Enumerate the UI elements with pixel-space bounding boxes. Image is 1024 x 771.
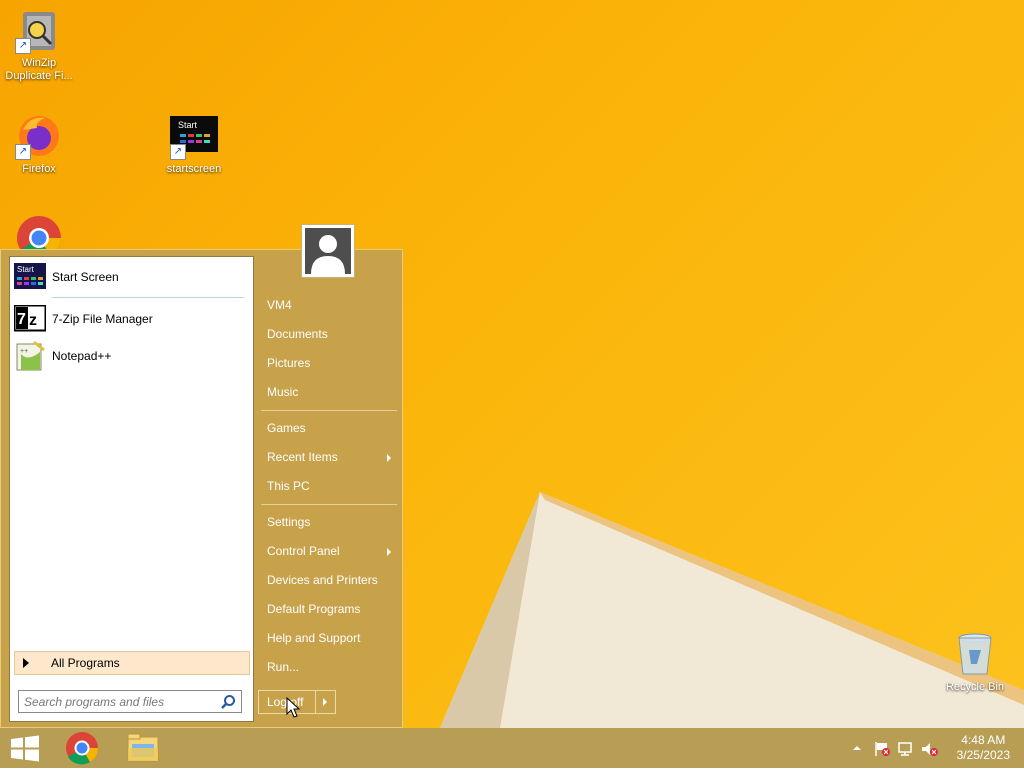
svg-text:7: 7 — [17, 311, 26, 328]
menu-item-documents[interactable]: Documents — [259, 321, 397, 348]
desktop-icon-winzip[interactable]: ↗ WinZip Duplicate Fi... — [1, 6, 77, 83]
pinned-separator — [52, 297, 244, 298]
shutdown-options-button[interactable] — [316, 691, 335, 713]
menu-item-label: Games — [267, 421, 306, 435]
all-programs-button[interactable]: All Programs — [14, 651, 250, 675]
menu-item-label: Music — [267, 385, 299, 399]
menu-item-label: Control Panel — [267, 544, 340, 558]
start-menu: Start Start Screen 7 z 7-Zip File Manage… — [0, 249, 403, 728]
desktop-icon-label: WinZip Duplicate Fi... — [5, 57, 73, 82]
taskbar: 4:48 AM 3/25/2023 — [0, 728, 1024, 768]
search-icon[interactable] — [220, 694, 236, 710]
file-explorer-icon — [127, 733, 159, 762]
menu-item-user[interactable]: VM4 — [259, 292, 397, 319]
menu-item-label: Run... — [267, 660, 300, 674]
system-clock[interactable]: 4:48 AM 3/25/2023 — [957, 733, 1010, 763]
menu-item-label: Documents — [267, 327, 328, 341]
expand-arrow-icon — [23, 658, 29, 668]
menu-item-settings[interactable]: Settings — [259, 509, 397, 536]
start-screen-icon: Start — [14, 261, 46, 293]
menu-item-this-pc[interactable]: This PC — [259, 473, 397, 500]
pinned-label: Start Screen — [52, 270, 119, 284]
show-hidden-icons-icon[interactable] — [851, 741, 863, 755]
pinned-label: 7-Zip File Manager — [52, 312, 153, 326]
7zip-icon: 7 z — [13, 303, 47, 335]
desktop-icon-recycle-bin[interactable]: Recycle Bin — [937, 630, 1013, 694]
menu-item-label: This PC — [267, 479, 310, 493]
action-center-flag-icon[interactable] — [873, 741, 891, 757]
user-avatar-icon — [305, 228, 351, 274]
svg-text:z: z — [29, 312, 37, 329]
network-icon[interactable] — [897, 741, 915, 757]
menu-separator — [261, 504, 397, 505]
clock-time: 4:48 AM — [961, 733, 1006, 747]
desktop-icon-firefox[interactable]: ↗ Firefox — [1, 112, 77, 176]
submenu-arrow-icon — [387, 454, 391, 462]
chevron-right-icon — [323, 698, 327, 706]
firefox-icon: ↗ — [15, 112, 63, 160]
start-button[interactable] — [0, 728, 52, 768]
desktop-icon-startscreen[interactable]: Start ↗ startscreen — [156, 112, 232, 176]
menu-item-label: Default Programs — [267, 602, 361, 616]
taskbar-file-explorer[interactable] — [117, 728, 169, 768]
svg-text:Start: Start — [17, 265, 35, 274]
user-avatar[interactable] — [301, 224, 355, 278]
menu-item-label: VM4 — [267, 298, 292, 312]
pinned-start-screen[interactable]: Start Start Screen — [14, 259, 250, 295]
mouse-cursor-icon — [286, 697, 300, 718]
desktop-icon-label: startscreen — [166, 163, 222, 175]
recycle-bin-icon — [951, 630, 999, 678]
start-menu-programs-pane: Start Start Screen 7 z 7-Zip File Manage… — [9, 256, 254, 722]
pinned-notepad-plus-plus[interactable]: ++ Notepad++ — [14, 338, 250, 374]
desktop-icon-label: Recycle Bin — [945, 681, 1005, 693]
taskbar-chrome[interactable] — [56, 728, 108, 768]
menu-item-default-programs[interactable]: Default Programs — [259, 596, 397, 623]
menu-item-control-panel[interactable]: Control Panel — [259, 538, 397, 565]
menu-item-recent-items[interactable]: Recent Items — [259, 444, 397, 471]
menu-item-label: Recent Items — [267, 450, 338, 464]
startscreen-icon: Start ↗ — [170, 112, 218, 160]
search-input[interactable] — [22, 693, 218, 710]
menu-item-help-support[interactable]: Help and Support — [259, 625, 397, 652]
menu-separator — [261, 410, 397, 411]
menu-item-label: Devices and Printers — [267, 573, 378, 587]
chrome-icon — [66, 732, 99, 765]
menu-item-games[interactable]: Games — [259, 415, 397, 442]
clock-date: 3/25/2023 — [956, 748, 1010, 762]
menu-item-run[interactable]: Run... — [259, 654, 397, 681]
svg-text:++: ++ — [20, 348, 28, 355]
pinned-7zip[interactable]: 7 z 7-Zip File Manager — [13, 301, 250, 337]
desktop-icon-label: Firefox — [22, 163, 56, 175]
menu-item-label: Pictures — [267, 356, 311, 370]
windows-start-icon — [11, 735, 39, 762]
svg-text:Start: Start — [178, 120, 198, 130]
notepad-plus-plus-icon: ++ — [14, 340, 46, 372]
volume-muted-icon[interactable] — [921, 741, 939, 757]
menu-item-devices-printers[interactable]: Devices and Printers — [259, 567, 397, 594]
menu-item-label: Settings — [267, 515, 311, 529]
submenu-arrow-icon — [387, 548, 391, 556]
menu-item-pictures[interactable]: Pictures — [259, 350, 397, 377]
pinned-label: Notepad++ — [52, 349, 112, 363]
all-programs-label: All Programs — [51, 656, 120, 670]
menu-item-music[interactable]: Music — [259, 379, 397, 406]
menu-item-label: Help and Support — [267, 631, 361, 645]
search-box[interactable] — [18, 690, 242, 713]
winzip-duplicate-finder-icon: ↗ — [15, 6, 63, 54]
